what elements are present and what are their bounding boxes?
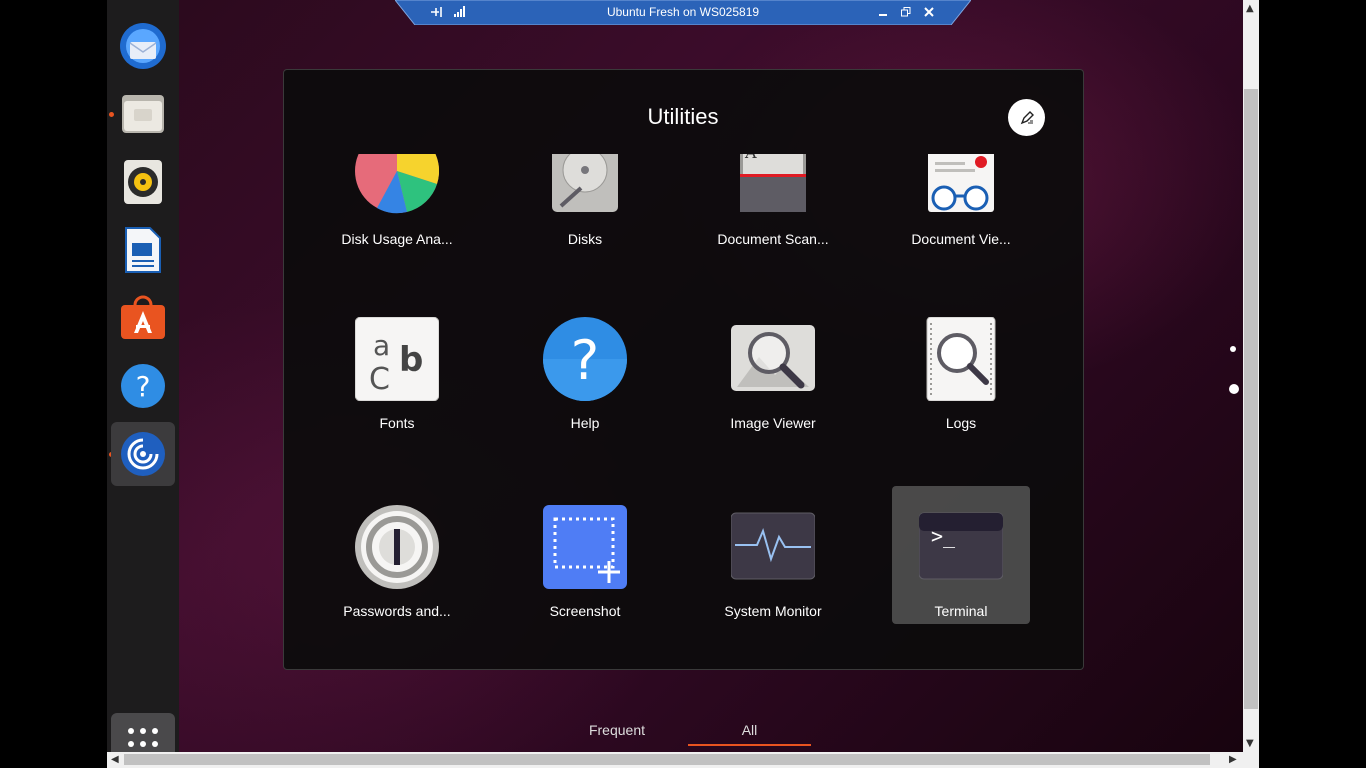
app-document-viewer[interactable]: Document Vie... [892,114,1030,252]
app-image-viewer[interactable]: Image Viewer [704,298,842,436]
remmina-icon [121,432,165,476]
app-system-monitor[interactable]: System Monitor [704,486,842,624]
app-passwords-and-keys[interactable]: Passwords and... [328,486,466,624]
scroll-left-arrow[interactable]: ◀ [111,754,119,765]
dock-item-help[interactable]: ? [111,354,175,418]
page-indicator[interactable] [1230,346,1236,352]
svg-text:C: C [369,362,390,397]
app-document-scanner[interactable]: A Document Scan... [704,114,842,252]
disks-icon [543,154,627,214]
close-icon[interactable] [921,4,937,20]
scroll-down-arrow[interactable]: ▼ [1246,738,1254,749]
svg-text:>_: >_ [931,524,956,548]
dock-item-thunderbird[interactable] [111,14,175,78]
thunderbird-icon [120,23,166,69]
tab-all[interactable]: All [688,722,811,738]
vertical-scroll-thumb[interactable] [1244,89,1258,709]
folder-title: Utilities [647,104,719,129]
app-grid-icon [128,728,158,747]
image-viewer-icon [731,317,815,401]
terminal-icon: >_ [918,505,1004,589]
svg-text:b: b [399,340,423,380]
rhythmbox-icon [124,160,162,204]
fonts-icon: a b C [354,316,440,402]
svg-text:?: ? [571,329,600,392]
minimize-icon[interactable] [875,4,891,20]
page-indicator-active[interactable] [1229,384,1239,394]
dock-item-ubuntu-software[interactable] [111,286,175,350]
passwords-icon [355,505,439,589]
dock-item-remmina[interactable] [111,422,175,486]
scroll-right-arrow[interactable]: ▶ [1229,754,1237,765]
system-monitor-icon [730,505,816,589]
tab-frequent[interactable]: Frequent [567,722,667,738]
show-applications-button[interactable] [111,713,175,752]
dock-item-rhythmbox[interactable] [111,150,175,214]
app-help[interactable]: ? Help [516,298,654,436]
help-icon: ? [121,364,165,408]
libreoffice-impress-icon [125,227,161,273]
active-tab-indicator [688,744,811,746]
remote-connection-bar: Ubuntu Fresh on WS025819 [395,0,971,25]
scroll-up-arrow[interactable]: ▲ [1246,3,1254,14]
app-logs[interactable]: Logs [892,298,1030,436]
svg-text:a: a [373,329,390,362]
document-scanner-icon: A [731,154,815,214]
svg-text:?: ? [136,370,151,403]
svg-text:A: A [744,154,757,162]
disk-usage-icon [355,154,439,214]
logs-icon [919,316,1003,402]
app-disks[interactable]: Disks [516,114,654,252]
ubuntu-software-icon [121,295,165,339]
app-fonts[interactable]: a b C Fonts [328,298,466,436]
help-icon: ? [543,317,627,401]
screenshot-icon [543,505,627,589]
horizontal-scroll-thumb[interactable] [124,754,1210,765]
app-screenshot[interactable]: Screenshot [516,486,654,624]
dock-item-libreoffice-impress[interactable] [111,218,175,282]
document-viewer-icon [919,154,1003,214]
app-disk-usage-analyzer[interactable]: Disk Usage Ana... [328,114,466,252]
app-terminal[interactable]: >_ Terminal [892,486,1030,624]
restore-icon[interactable] [898,4,914,20]
